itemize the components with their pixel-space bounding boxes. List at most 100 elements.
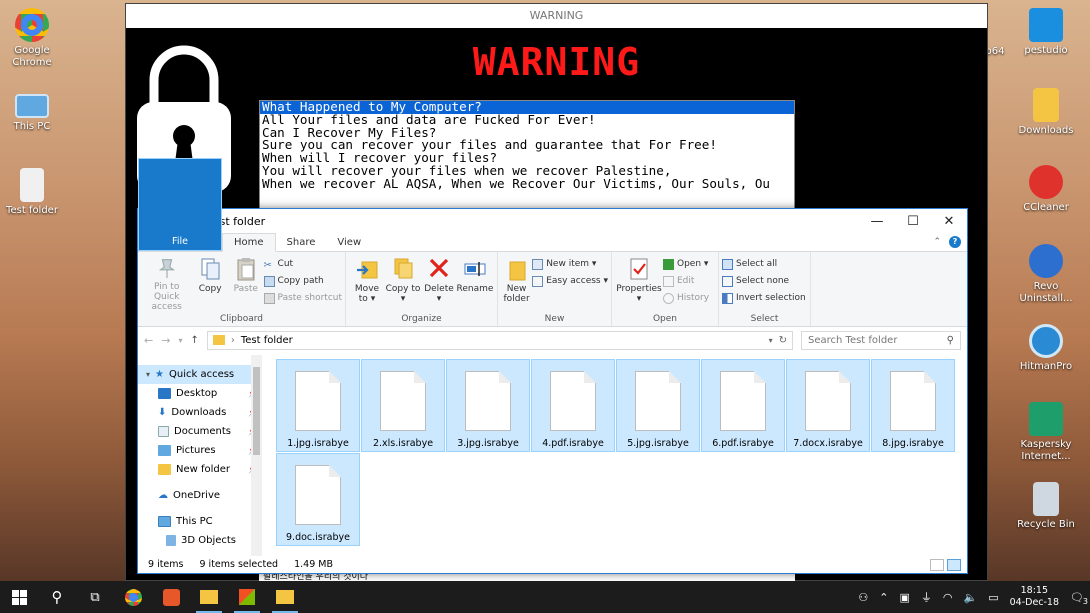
button-label: New item ▾ <box>546 259 597 269</box>
scrollbar-thumb[interactable] <box>253 367 260 455</box>
button-label: Easy access ▾ <box>546 276 608 286</box>
network-icon[interactable]: ◠ <box>943 591 953 604</box>
desktop-icon-hitmanpro[interactable]: HitmanPro <box>1014 324 1078 373</box>
desktop-icon-chrome[interactable]: Google Chrome <box>0 8 64 69</box>
nav-onedrive[interactable]: ☁ OneDrive <box>138 486 262 505</box>
copy-to-button[interactable]: Copy to ▾ <box>385 256 421 312</box>
nav-quick-access[interactable]: ▾ ★ Quick access <box>138 365 262 384</box>
file-item[interactable]: 7.docx.israbye <box>786 359 870 452</box>
back-arrow-icon[interactable]: ← <box>144 334 153 347</box>
paste-button[interactable]: Paste <box>228 256 264 312</box>
button-label: Pin to Quick access <box>151 282 182 312</box>
breadcrumb[interactable]: Test folder <box>241 335 293 346</box>
task-view-button[interactable]: ⧉ <box>76 581 114 613</box>
keyboard-icon[interactable]: ▭ <box>988 591 998 604</box>
people-icon[interactable]: ⚇ <box>858 591 868 604</box>
maximize-button[interactable]: ☐ <box>895 214 931 229</box>
rename-button[interactable]: Rename <box>457 256 493 312</box>
volume-icon[interactable]: 🔈 <box>964 591 978 604</box>
tab-file[interactable]: File <box>138 158 222 251</box>
tray-app-icon[interactable]: ▣ <box>899 591 909 604</box>
ribbon-collapse-icon[interactable]: ⌃ <box>933 237 941 247</box>
desktop-icon-downloads[interactable]: Downloads <box>1014 88 1078 137</box>
file-item[interactable]: 8.jpg.israbye <box>871 359 955 452</box>
button-label: Copy to ▾ <box>385 284 421 304</box>
address-bar[interactable]: › Test folder ▾ ↻ <box>206 330 793 350</box>
taskbar-file-explorer-2[interactable] <box>266 581 304 613</box>
search-button[interactable]: ⚲ <box>38 581 76 613</box>
address-dropdown-icon[interactable]: ▾ <box>769 336 773 345</box>
expand-chevron-icon[interactable]: ▾ <box>146 370 150 379</box>
notifications-icon[interactable]: 🗨 3 <box>1070 591 1088 606</box>
ransom-note-textbox[interactable]: What Happened to My Computer? All Your f… <box>259 100 795 210</box>
paste-shortcut-button[interactable]: Paste shortcut <box>263 291 342 305</box>
start-button[interactable] <box>0 581 38 613</box>
close-button[interactable]: ✕ <box>931 214 967 229</box>
taskbar-file-explorer[interactable] <box>190 581 228 613</box>
taskbar-chrome[interactable] <box>114 581 152 613</box>
history-button[interactable]: History <box>663 291 709 305</box>
taskbar-app[interactable] <box>228 581 266 613</box>
desktop-icon-label: This PC <box>13 121 51 132</box>
explorer-titlebar[interactable]: ▾ Test folder — ☐ ✕ <box>138 209 967 233</box>
button-label: Cut <box>277 259 294 269</box>
file-item[interactable]: 1.jpg.israbye <box>276 359 360 452</box>
refresh-icon[interactable]: ↻ <box>779 335 787 346</box>
taskbar-ccleaner[interactable] <box>152 581 190 613</box>
nav-item-documents[interactable]: Documents📌 <box>138 422 262 441</box>
new-folder-button[interactable]: New folder <box>501 256 532 312</box>
select-none-button[interactable]: Select none <box>722 274 806 288</box>
properties-button[interactable]: Properties ▾ <box>615 256 663 312</box>
clock[interactable]: 18:15 04-Dec-18 <box>1010 585 1059 609</box>
tab-share[interactable]: Share <box>276 234 327 251</box>
cut-button[interactable]: ✂ Cut <box>264 257 342 271</box>
file-item[interactable]: 4.pdf.israbye <box>531 359 615 452</box>
desktop-icon-pestudio[interactable]: pestudio <box>1014 8 1078 57</box>
search-input[interactable]: Search Test folder ⚲ <box>801 330 961 350</box>
file-item[interactable]: 6.pdf.israbye <box>701 359 785 452</box>
details-view-icon[interactable] <box>930 558 944 571</box>
nav-item-pictures[interactable]: Pictures📌 <box>138 441 262 460</box>
desktop-icon-test-folder[interactable]: Test folder <box>0 168 64 217</box>
edit-button[interactable]: Edit <box>663 274 709 288</box>
button-label: Select all <box>736 259 778 269</box>
history-icon <box>663 292 674 304</box>
usb-icon[interactable]: ⏚ <box>921 589 932 605</box>
nav-this-pc[interactable]: This PC <box>138 512 262 531</box>
help-icon[interactable]: ? <box>949 236 961 248</box>
file-item[interactable]: 9.doc.israbye <box>276 453 360 546</box>
forward-arrow-icon[interactable]: → <box>161 334 170 347</box>
hitmanpro-icon <box>1029 324 1063 358</box>
tab-view[interactable]: View <box>326 234 372 251</box>
up-arrow-icon[interactable]: ↑ <box>190 335 198 346</box>
pin-to-quick-access-button[interactable]: Pin to Quick access <box>141 256 192 312</box>
nav-item-downloads[interactable]: ⬇Downloads📌 <box>138 403 262 422</box>
nav-item-new-folder[interactable]: New folder📌 <box>138 460 262 479</box>
tab-home[interactable]: Home <box>222 233 276 252</box>
desktop-icon-revo[interactable]: Revo Uninstall... <box>1014 244 1078 305</box>
desktop-icon-this-pc[interactable]: This PC <box>0 88 64 133</box>
desktop-icon-kaspersky[interactable]: Kaspersky Internet... <box>1014 402 1078 463</box>
file-item[interactable]: 2.xls.israbye <box>361 359 445 452</box>
new-item-button[interactable]: New item ▾ <box>532 257 608 271</box>
invert-selection-button[interactable]: Invert selection <box>722 291 806 305</box>
copy-button[interactable]: Copy <box>192 256 228 312</box>
minimize-button[interactable]: — <box>859 214 895 229</box>
nav-scrollbar[interactable] <box>251 355 262 556</box>
easy-access-button[interactable]: Easy access ▾ <box>532 274 608 288</box>
nav-3d-objects[interactable]: 3D Objects <box>138 531 262 550</box>
move-to-button[interactable]: Move to ▾ <box>349 256 385 312</box>
open-button[interactable]: Open ▾ <box>663 257 709 271</box>
desktop-icon-ccleaner[interactable]: CCleaner <box>1014 165 1078 214</box>
file-item[interactable]: 3.jpg.israbye <box>446 359 530 452</box>
show-hidden-icons-icon[interactable]: ⌃ <box>879 591 888 604</box>
copy-path-button[interactable]: Copy path <box>263 274 342 288</box>
large-icons-view-icon[interactable] <box>947 558 961 571</box>
desktop-icon <box>158 388 171 399</box>
desktop-icon-recycle-bin[interactable]: Recycle Bin <box>1014 482 1078 531</box>
history-dropdown-icon[interactable]: ▾ <box>178 336 182 345</box>
file-item[interactable]: 5.jpg.israbye <box>616 359 700 452</box>
delete-button[interactable]: Delete ▾ <box>421 256 457 312</box>
nav-item-desktop[interactable]: Desktop📌 <box>138 384 262 403</box>
select-all-button[interactable]: Select all <box>722 257 806 271</box>
